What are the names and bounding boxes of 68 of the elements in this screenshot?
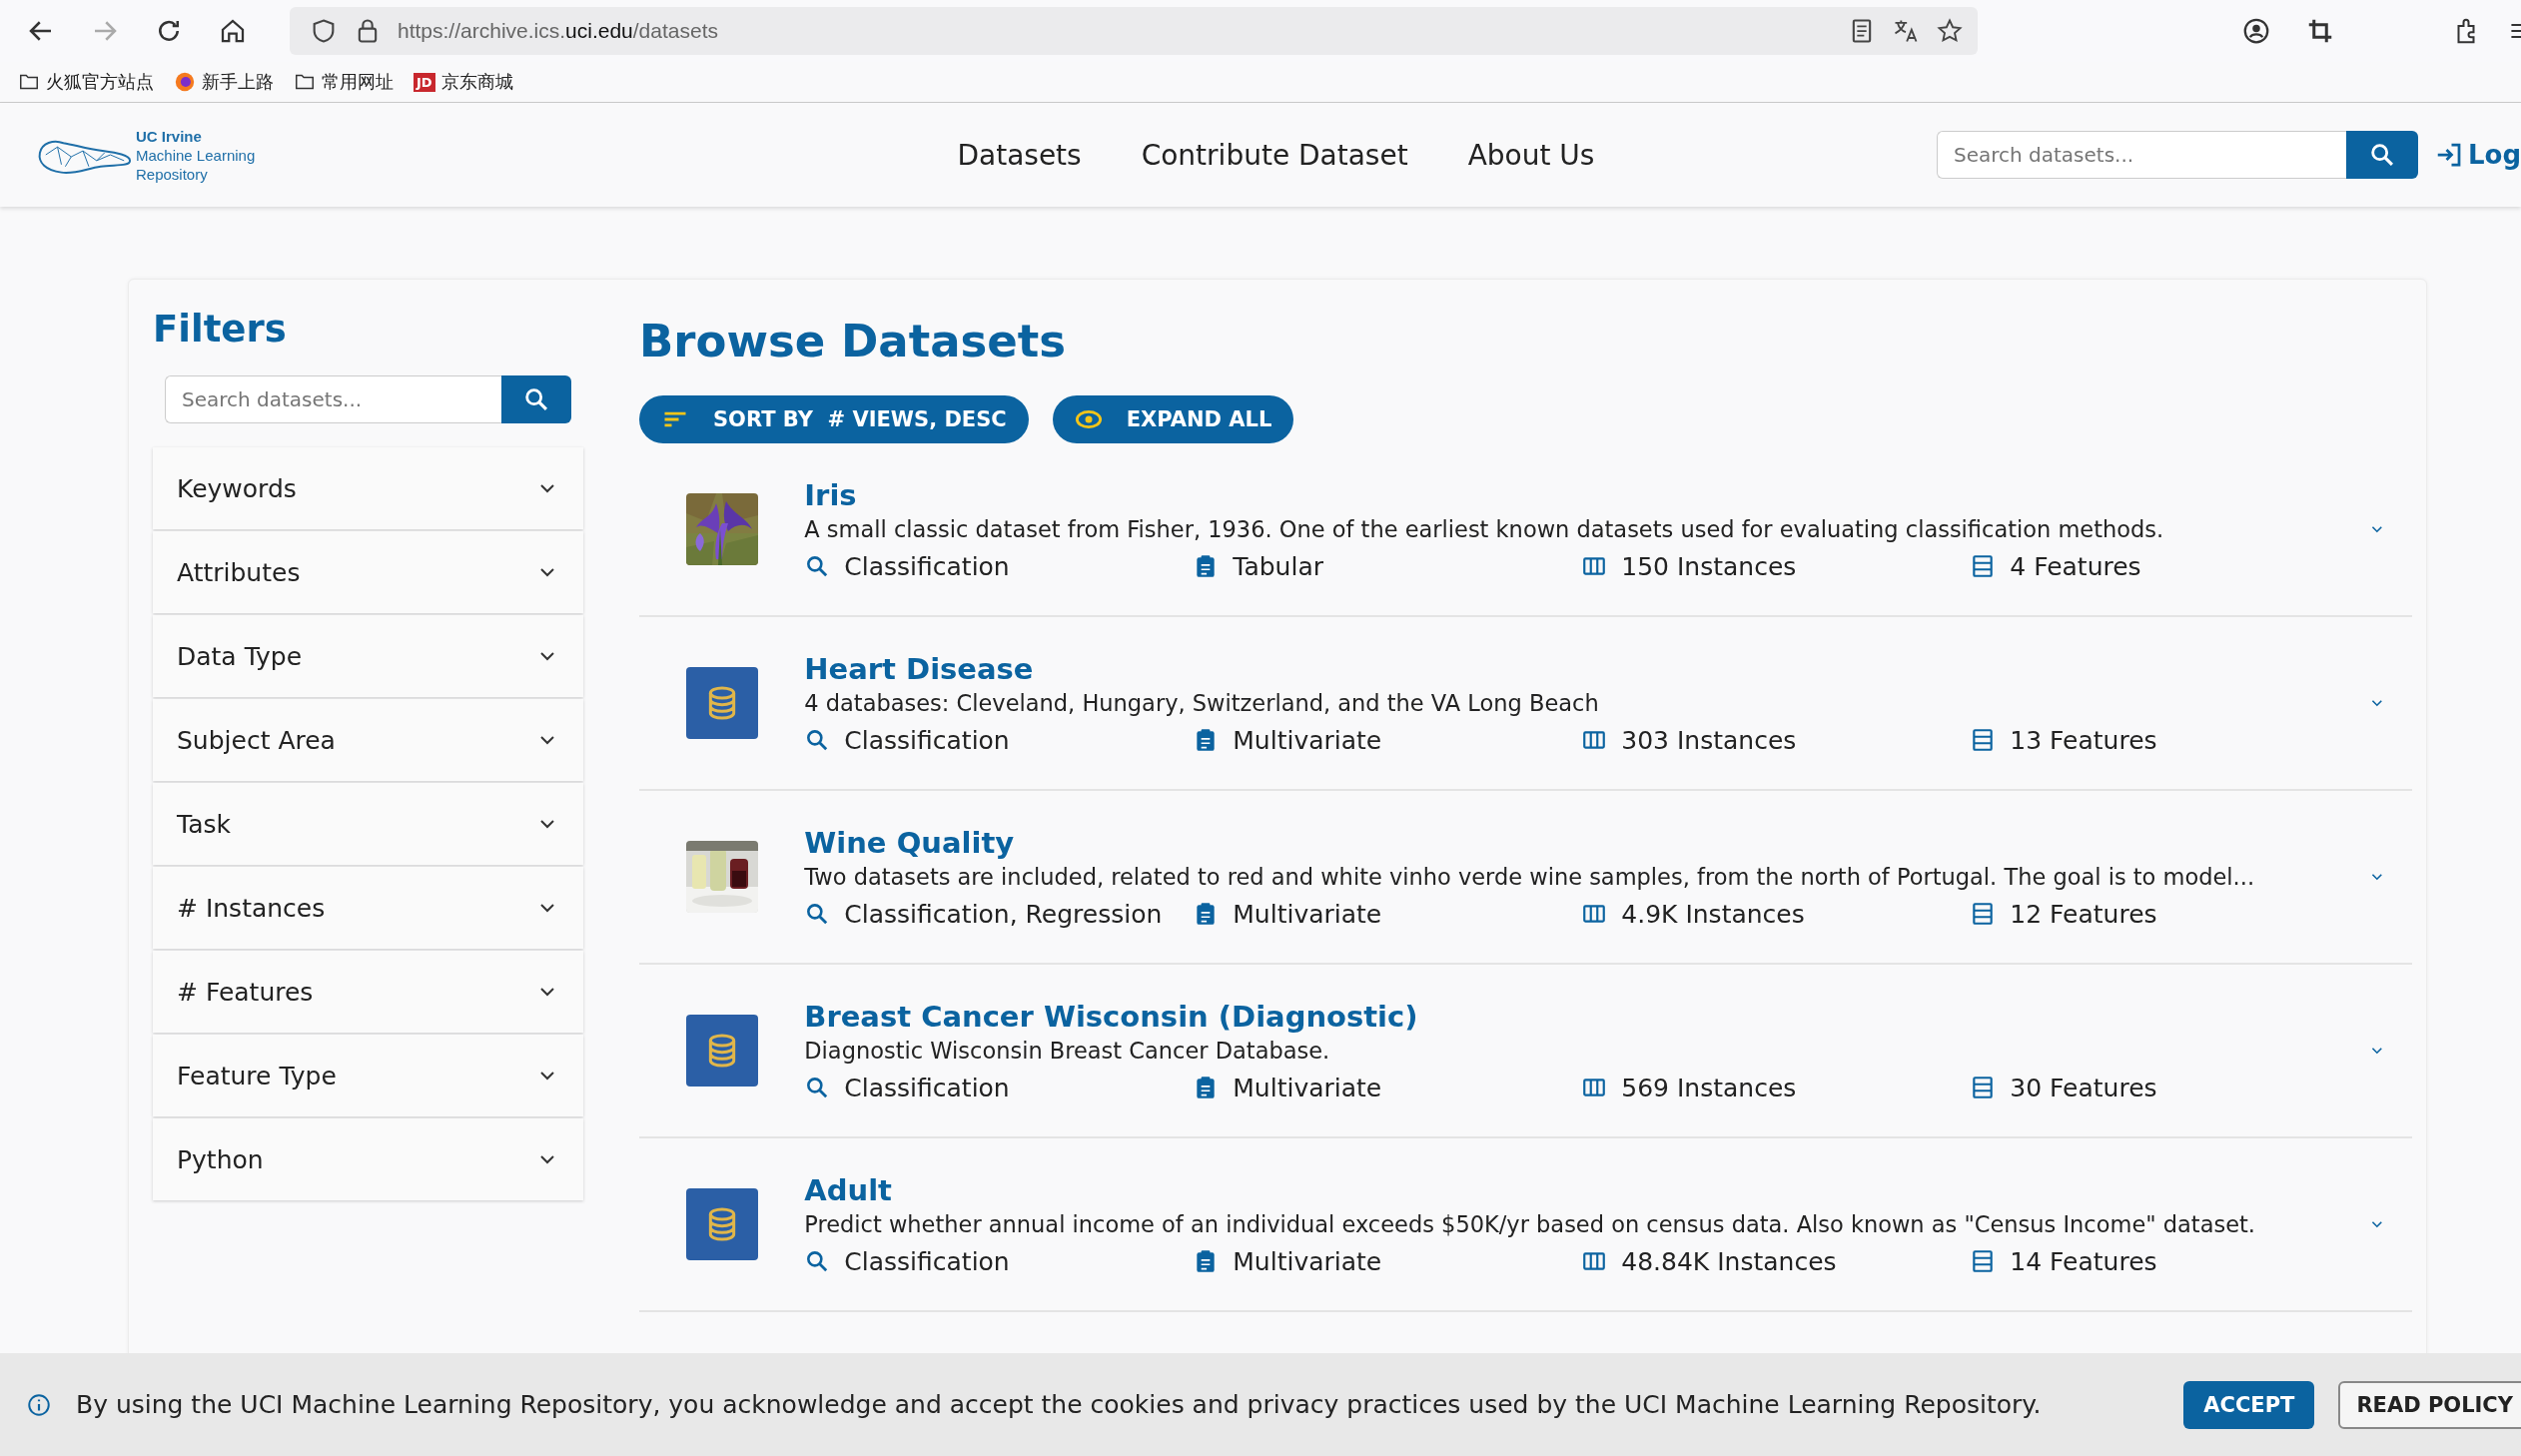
instances-label: 4.9K Instances [1621,899,1805,929]
search-button[interactable] [501,375,571,423]
expand-all-button[interactable]: EXPAND ALL [1052,395,1294,443]
nav-link[interactable]: Datasets [957,138,1082,172]
dataset-title-link[interactable]: Heart Disease [804,651,2359,686]
dataset-description: Predict whether annual income of an individual exceeds $50K/yr based on census data. Also known as "Census Income" dataset. [804,1210,2256,1237]
dataset-title-link[interactable]: Wine Quality [804,825,2359,860]
filter-accordion[interactable]: Subject Area [153,699,583,781]
data-type-label: Multivariate [1233,1073,1382,1102]
filter-accordion[interactable]: Data Type [153,615,583,697]
bookmark-item[interactable]: 火狐官方站点 [18,70,154,94]
browser-logo-icon [174,71,196,93]
task-label: Classification [844,1073,1010,1102]
task-label: Classification [844,725,1010,755]
features-label: 30 Features [2010,1073,2157,1102]
dataset-title-link[interactable]: Breast Cancer Wisconsin (Diagnostic) [804,999,2359,1034]
dataset-description: A small classic dataset from Fisher, 1936. One of the earliest known datasets used for evaluating classification methods. [804,515,2165,542]
instances-label: 48.84K Instances [1621,1246,1837,1276]
accept-button[interactable]: ACCEPT [2183,1380,2315,1429]
bookmark-item[interactable]: 常用网址 [294,70,394,94]
filter-accordion[interactable]: # Features [153,951,583,1033]
dataset-title-link[interactable]: Adult [804,1172,2359,1207]
address-bar[interactable]: https://archive.ics.uci.edu/datasets [290,7,1978,55]
features-label: 12 Features [2010,899,2157,929]
database-icon [685,1015,758,1087]
filter-accordion[interactable]: Task [153,783,583,865]
search-button[interactable] [2345,131,2418,179]
sort-button[interactable]: SORT BY # VIEWS, DESC [639,395,1029,443]
task-label: Classification [844,1246,1010,1276]
instances-label: 303 Instances [1621,725,1797,755]
page-title: Browse Datasets [639,314,1068,369]
task-label: Classification [844,551,1010,581]
filter-accordion[interactable]: Feature Type [153,1035,583,1116]
search-field[interactable]: Search datasets... [1936,131,2346,179]
filter-accordion[interactable]: Keywords [153,447,583,529]
data-type-label: Multivariate [1233,899,1382,929]
filter-accordion[interactable]: Python [153,1118,583,1200]
star-icon[interactable] [1936,17,1964,45]
info-icon [26,1391,52,1418]
instances-label: 150 Instances [1621,551,1797,581]
dataset-description: 4 databases: Cleveland, Hungary, Switzerland, and the VA Long Beach [804,689,1600,716]
filter-accordion[interactable]: # Instances [153,867,583,949]
bookmark-item[interactable]: 新手上路 [174,70,274,94]
features-label: 4 Features [2010,551,2141,581]
features-label: 14 Features [2010,1246,2157,1276]
data-type-label: Multivariate [1233,1246,1382,1276]
task-label: Classification, Regression [844,899,1163,929]
data-type-label: Multivariate [1233,725,1382,755]
dataset-title-link[interactable]: Iris [804,477,2359,512]
login-link[interactable]: Log [2433,140,2521,170]
read-policy-button[interactable]: READ POLICY [2338,1380,2521,1429]
filters-heading: Filters [153,307,288,353]
dataset-description: Diagnostic Wisconsin Breast Cancer Database. [804,1037,1331,1064]
database-icon [685,667,758,739]
features-label: 13 Features [2010,725,2157,755]
data-type-label: Tabular [1233,551,1323,581]
cookie-message: By using the UCI Machine Learning Repository, you acknowledge and accept the cookies and privacy practices used by the UCI Machine Learning Repository. [76,1390,2042,1419]
nav-link[interactable]: About Us [1467,138,1595,172]
logo-text[interactable]: UC Irvine Machine Learning Repository [136,126,256,184]
search-field[interactable]: Search datasets... [165,375,502,423]
url-text: https://archive.ics.uci.edu/datasets [398,19,718,43]
bookmark-item[interactable]: JD 京东商城 [414,70,513,94]
filter-accordion[interactable]: Attributes [153,531,583,613]
database-icon [685,1188,758,1260]
nav-link[interactable]: Contribute Dataset [1141,138,1408,172]
dataset-description: Two datasets are included, related to red and white vinho verde wine samples, from the north of Portugal. The goal is to model... [804,863,2256,890]
store-logo-icon: JD [414,72,435,92]
instances-label: 569 Instances [1621,1073,1797,1102]
